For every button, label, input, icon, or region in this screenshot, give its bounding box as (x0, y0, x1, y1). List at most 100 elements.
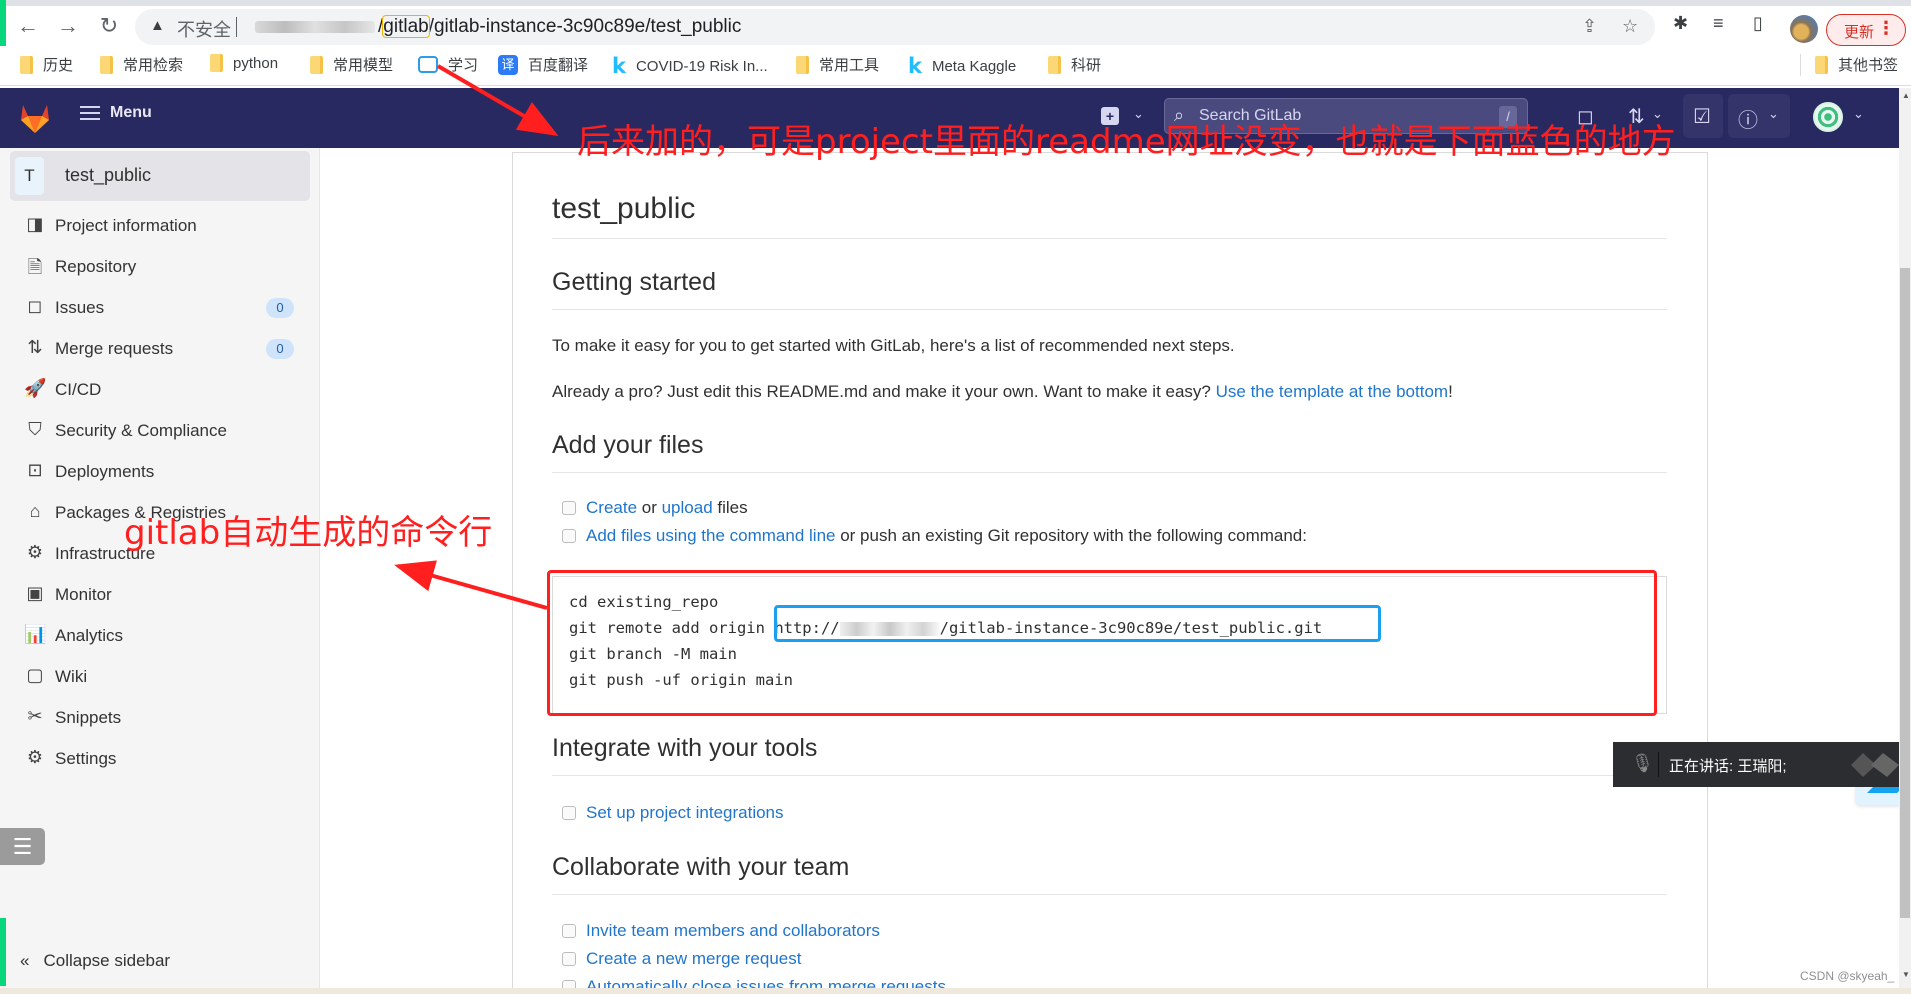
sidebar-item-monitor[interactable]: ▣ Monitor (0, 575, 320, 615)
user-avatar[interactable] (1813, 102, 1843, 132)
voice-call-overlay[interactable]: 🎙 正在讲话: 王瑞阳; (1613, 742, 1911, 787)
sidebar-item-project-information[interactable]: ◨ Project information (0, 206, 320, 246)
task-checkbox[interactable] (562, 806, 576, 820)
bookmark-item[interactable]: 译百度翻译 (498, 54, 588, 75)
reading-list-icon[interactable]: ≡ (1713, 13, 1724, 34)
warning-icon: ▲ (150, 17, 165, 34)
task-text: Add files using the command line or push… (586, 526, 1307, 546)
bookmark-item[interactable]: 常用工具 (796, 54, 879, 75)
speaking-status: 正在讲话: 王瑞阳; (1669, 758, 1787, 775)
help-icon: ⓘ (1738, 110, 1758, 132)
template-link[interactable]: Use the template at the bottom (1216, 382, 1448, 401)
extensions-icon[interactable]: ✱ (1673, 13, 1688, 34)
sidebar-project-header[interactable]: T test_public (10, 151, 310, 201)
sidebar-item-issues[interactable]: ◻ Issues 0 (0, 288, 320, 328)
bookmark-item[interactable]: k COVID-19 Risk In... (612, 54, 768, 78)
address-bar[interactable]: ▲ 不安全 /gitlab/gitlab-instance-3c90c89e/t… (135, 9, 1655, 45)
sidebar-item-label: Issues (55, 298, 105, 317)
new-merge-request-link[interactable]: Create a new merge request (586, 949, 801, 969)
arrow-left-icon: ← (17, 13, 39, 38)
bookmark-item[interactable]: 科研 (1048, 54, 1101, 75)
readme-title: test_public (552, 192, 1667, 239)
floating-widget-tab[interactable] (1855, 787, 1900, 805)
upload-link[interactable]: upload (662, 498, 713, 517)
task-text-end: or push an existing Git repository with … (835, 526, 1307, 545)
meeting-logo-icon (1851, 753, 1899, 777)
invite-members-link[interactable]: Invite team members and collaborators (586, 921, 880, 941)
side-panel-icon[interactable]: ▯ (1753, 13, 1763, 34)
bookmark-item[interactable]: k Meta Kaggle (908, 54, 1016, 78)
integrations-link[interactable]: Set up project integrations (586, 803, 784, 823)
sidebar-item-repository[interactable]: 🗎 Repository (0, 247, 320, 287)
sidebar-item-deployments[interactable]: ⊡ Deployments (0, 452, 320, 492)
sidebar-item-security-compliance[interactable]: ⛉ Security & Compliance (0, 411, 320, 451)
url-path: /gitlab-instance-3c90c89e/test_public (428, 16, 742, 37)
sidebar-item-label: Analytics (55, 626, 124, 645)
kaggle-icon: k (908, 54, 922, 78)
repository-icon: 🗎 (27, 257, 43, 277)
command-line-link[interactable]: Add files using the command line (586, 526, 835, 545)
sidebar-item-label: Wiki (55, 667, 88, 686)
bookmark-item[interactable]: 学习 (418, 54, 478, 75)
task-checkbox[interactable] (562, 529, 576, 543)
scroll-down-icon[interactable]: ▼ (1902, 970, 1910, 979)
table-of-contents-button[interactable]: ☰ (0, 828, 45, 865)
bookmarks-bar: 历史 常用检索 python 常用模型 学习 译百度翻译 k COVID-19 R… (0, 46, 1911, 86)
folder-icon (100, 55, 113, 74)
bookmark-item[interactable]: 历史 (20, 54, 73, 75)
sidebar-item-label: Monitor (55, 585, 112, 604)
page-scrollbar[interactable]: ▲ ▼ (1899, 88, 1911, 994)
help-button[interactable]: ⓘ ⌄ (1728, 94, 1790, 138)
shield-icon: ⛉ (28, 419, 42, 439)
analytics-icon: 📊 (24, 624, 47, 644)
bookmark-item[interactable]: python (210, 54, 278, 72)
share-icon[interactable]: ⇪ (1582, 16, 1597, 37)
folder-icon (310, 55, 323, 74)
update-button[interactable]: 更新 ⋮ (1826, 14, 1906, 46)
issues-count-badge: 0 (266, 298, 294, 318)
intro-text: To make it easy for you to get started w… (552, 336, 1235, 355)
bookmark-item[interactable]: 常用模型 (310, 54, 393, 75)
issues-icon: ◻ (27, 296, 43, 316)
sidebar-item-label: Repository (55, 257, 137, 276)
profile-avatar[interactable] (1790, 15, 1818, 43)
forward-button[interactable]: → (54, 12, 82, 40)
annotation-blue-box (774, 605, 1381, 642)
sidebar-item-label: Project information (55, 216, 197, 235)
task-checkbox[interactable] (562, 952, 576, 966)
reload-button[interactable]: ↻ (95, 12, 123, 40)
monitor-icon: ▣ (26, 583, 44, 603)
bookmark-label: 科研 (1071, 57, 1102, 74)
infrastructure-icon: ⚙ (26, 542, 44, 562)
back-button[interactable]: ← (14, 12, 42, 40)
todos-button[interactable]: ☑ (1683, 94, 1723, 138)
sidebar-item-ci-cd[interactable]: 🚀 CI/CD (0, 370, 320, 410)
gitlab-logo-icon[interactable] (18, 101, 52, 135)
snippets-icon: ✂ (27, 706, 43, 726)
task-checkbox[interactable] (562, 501, 576, 515)
other-bookmarks[interactable]: 其他书签 (1815, 54, 1898, 75)
todo-checkbox-icon: ☑ (1693, 106, 1711, 128)
scrollbar-thumb[interactable] (1900, 268, 1910, 918)
sidebar-item-snippets[interactable]: ✂ Snippets (0, 698, 320, 738)
settings-icon: ⚙ (26, 747, 44, 767)
task-checkbox[interactable] (562, 924, 576, 938)
task-item: Create a new merge request (562, 949, 801, 969)
star-icon[interactable]: ☆ (1622, 16, 1638, 37)
sidebar-item-analytics[interactable]: 📊 Analytics (0, 616, 320, 656)
pro-text: Already a pro? Just edit this README.md … (552, 382, 1453, 402)
scroll-up-icon[interactable]: ▲ (1902, 91, 1910, 100)
sidebar-item-merge-requests[interactable]: ⇅ Merge requests 0 (0, 329, 320, 369)
sidebar-item-settings[interactable]: ⚙ Settings (0, 739, 320, 779)
bookmark-label: 历史 (43, 57, 74, 74)
blurred-host (255, 21, 375, 33)
sidebar-item-label: CI/CD (55, 380, 102, 399)
bookmark-item[interactable]: 常用检索 (100, 54, 183, 75)
chevron-down-icon[interactable]: ⌄ (1853, 106, 1864, 122)
collapse-sidebar-button[interactable]: « Collapse sidebar (20, 951, 170, 971)
create-link[interactable]: Create (586, 498, 637, 517)
kaggle-icon: k (612, 54, 626, 78)
menu-button[interactable]: Menu (80, 104, 152, 122)
sidebar-item-wiki[interactable]: ▢ Wiki (0, 657, 320, 697)
bookmark-label: 常用工具 (819, 57, 880, 74)
